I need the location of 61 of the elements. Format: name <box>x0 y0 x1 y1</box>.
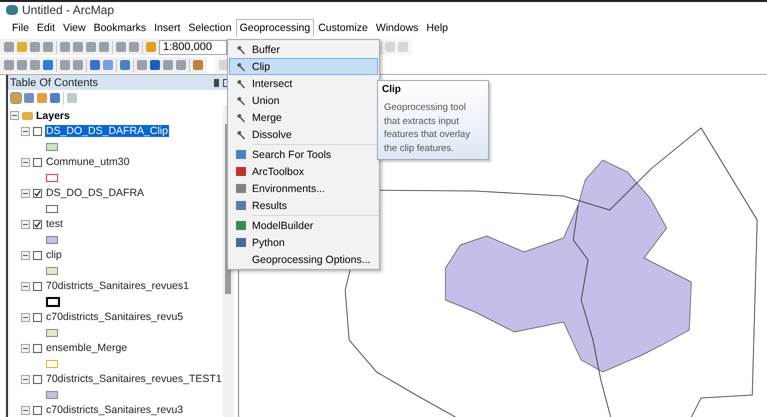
menu-item[interactable]: ModelBuilder <box>229 217 378 234</box>
checkbox[interactable] <box>33 220 42 229</box>
checkbox[interactable] <box>33 282 42 291</box>
window-title: Untitled - ArcMap <box>22 3 114 17</box>
menu-item[interactable]: Geoprocessing <box>236 19 314 37</box>
layer-name[interactable]: DS_DO_DS_DAFRA <box>45 187 146 200</box>
collapse-icon[interactable] <box>21 374 30 384</box>
tooltip-text: Geoprocessing tool that extracts input features that overlay the clip features. <box>383 101 472 155</box>
collapse-icon[interactable] <box>21 282 30 291</box>
collapse-icon[interactable] <box>21 250 30 260</box>
menu-item[interactable]: Python <box>229 234 378 251</box>
panel-title: Table Of Contents <box>10 76 100 88</box>
layer-name[interactable]: 70districts_Sanitaires_revues_TEST1 <box>45 373 223 386</box>
collapse-icon[interactable] <box>21 220 30 229</box>
menu-item[interactable]: File <box>8 19 33 37</box>
scale-field[interactable]: 1:800,000 <box>159 40 227 54</box>
menu-item[interactable]: Buffer <box>229 41 378 58</box>
menu-item[interactable]: Windows <box>372 19 422 37</box>
menu-item[interactable]: Customize <box>314 19 372 37</box>
menu-item[interactable]: Help <box>422 19 452 37</box>
menu-item[interactable]: Environments... <box>229 180 378 197</box>
checkbox[interactable] <box>33 126 42 136</box>
menu-item[interactable]: Results <box>229 197 378 214</box>
menu-item[interactable]: Selection <box>184 19 236 37</box>
district-polygon[interactable] <box>445 160 692 372</box>
tooltip-title: Clip <box>382 84 402 95</box>
menu-item[interactable]: Geoprocessing Options... <box>229 251 378 268</box>
checkbox[interactable] <box>33 312 42 322</box>
menu-item[interactable]: ArcToolbox <box>229 163 378 180</box>
menu-item[interactable]: Edit <box>32 19 60 37</box>
layer-group-label[interactable]: Layers <box>36 110 70 122</box>
menu-item[interactable]: Intersect <box>229 75 378 92</box>
layer-name[interactable]: c70districts_Sanitaires_revu3 <box>45 404 184 416</box>
menu-item[interactable]: Dissolve <box>229 126 378 143</box>
collapse-icon[interactable] <box>10 111 19 120</box>
menu-item[interactable]: Merge <box>229 109 378 126</box>
menu-item[interactable]: Union <box>229 92 378 109</box>
menu-item[interactable]: Bookmarks <box>90 19 150 37</box>
layer-name[interactable]: clip <box>45 249 63 262</box>
collapse-icon[interactable] <box>21 344 30 353</box>
checkbox[interactable] <box>33 250 42 260</box>
checkbox[interactable] <box>33 374 42 384</box>
menu-item[interactable]: Clip <box>229 58 378 75</box>
checkbox[interactable] <box>33 406 42 415</box>
checkbox[interactable] <box>33 158 42 167</box>
collapse-icon[interactable] <box>21 312 30 322</box>
layer-name[interactable]: test <box>45 218 64 230</box>
collapse-icon[interactable] <box>21 126 30 136</box>
collapse-icon[interactable] <box>21 406 30 415</box>
checkbox[interactable] <box>33 344 42 353</box>
layer-name[interactable]: ensemble_Merge <box>45 342 128 354</box>
layer-name[interactable]: 70districts_Sanitaires_revues1 <box>45 280 190 292</box>
menu-item[interactable]: Search For Tools <box>229 146 378 163</box>
layer-name[interactable]: DS_DO_DS_DAFRA_Clip <box>45 125 169 138</box>
layer-name[interactable]: c70districts_Sanitaires_revu5 <box>45 311 184 324</box>
checkbox[interactable] <box>33 188 42 198</box>
collapse-icon[interactable] <box>21 188 30 198</box>
collapse-icon[interactable] <box>21 158 30 167</box>
menu-item[interactable]: View <box>59 19 90 37</box>
layer-name[interactable]: Commune_utm30 <box>45 156 130 168</box>
menu-item[interactable]: Insert <box>150 19 184 37</box>
